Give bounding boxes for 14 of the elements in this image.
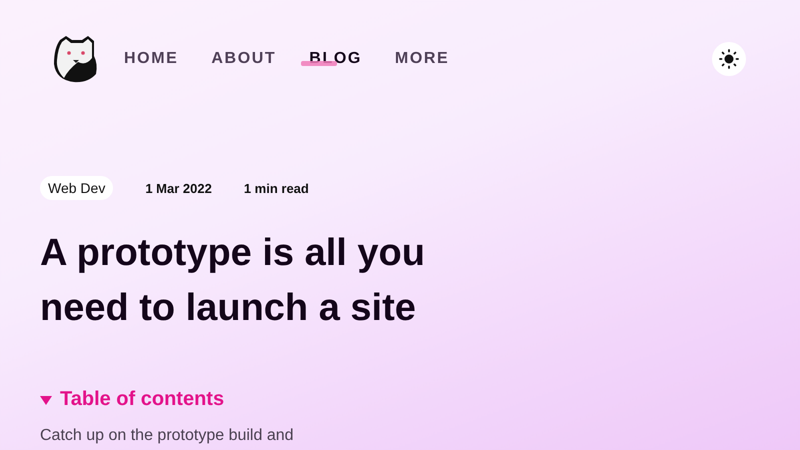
sun-icon	[719, 49, 739, 69]
theme-toggle-button[interactable]	[712, 42, 746, 76]
read-time: 1 min read	[244, 180, 309, 196]
post-title: A prototype is all you	[40, 231, 425, 276]
triangle-icon	[40, 394, 52, 406]
table-of-contents-toggle[interactable]: Table of contents	[40, 388, 224, 411]
intro-paragraph: Catch up on the prototype build and	[40, 427, 295, 445]
nav-link[interactable]: BLOG	[301, 50, 362, 68]
nav-link[interactable]: ABOUT	[211, 50, 276, 68]
category-tag[interactable]: Web Dev	[40, 176, 114, 200]
nav-link[interactable]: MORE	[394, 50, 450, 68]
nav-link[interactable]: HOME	[124, 50, 178, 68]
post-date: 1 Mar 2022	[145, 180, 212, 196]
post-title: need to launch a site	[40, 286, 416, 331]
